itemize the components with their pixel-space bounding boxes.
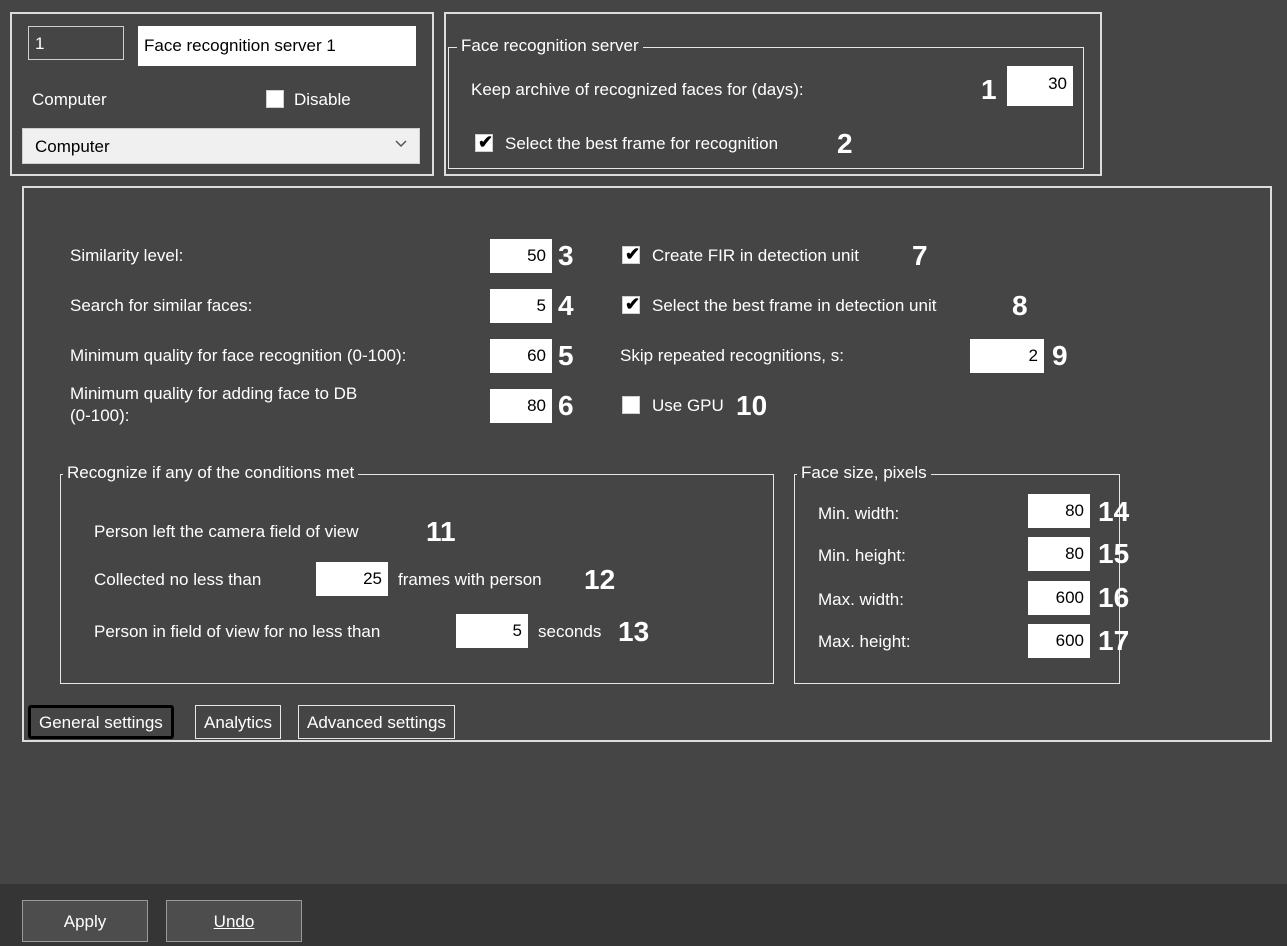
tab-general-settings[interactable]: General settings — [28, 705, 174, 739]
min-quality-db-label-line2: (0-100): — [70, 406, 130, 425]
marker-8: 8 — [1012, 290, 1028, 321]
collected-prefix: Collected no less than — [94, 570, 262, 589]
marker-12: 12 — [584, 564, 616, 595]
undo-button[interactable]: Undo — [166, 900, 302, 942]
marker-2: 2 — [837, 128, 853, 159]
computer-select-value: Computer — [35, 137, 110, 156]
in-fov-seconds-input[interactable]: 5 — [456, 614, 528, 648]
min-quality-db-label-line1: Minimum quality for adding face to DB — [70, 384, 358, 403]
computer-select[interactable]: Computer — [22, 128, 420, 164]
max-height-input[interactable]: 600 — [1028, 624, 1090, 658]
min-quality-recog-input[interactable]: 60 — [490, 339, 552, 373]
apply-button[interactable]: Apply — [22, 900, 148, 942]
min-height-label: Min. height: — [818, 546, 906, 565]
search-similar-input[interactable]: 5 — [490, 289, 552, 323]
marker-16: 16 — [1098, 582, 1130, 613]
max-width-label: Max. width: — [818, 590, 904, 609]
checkmark-icon: ✔ — [625, 294, 641, 314]
checkmark-icon: ✔ — [478, 132, 494, 152]
use-gpu-label: Use GPU — [652, 396, 724, 415]
skip-repeated-input[interactable]: 2 — [970, 339, 1044, 373]
min-width-input[interactable]: 80 — [1028, 494, 1090, 528]
create-fir-checkbox[interactable]: ✔ — [622, 244, 641, 264]
marker-14: 14 — [1098, 496, 1130, 527]
face-recognition-server-title: Face recognition server — [457, 36, 643, 56]
marker-4: 4 — [558, 290, 574, 321]
checkmark-icon: ✔ — [625, 244, 641, 264]
marker-6: 6 — [558, 390, 574, 421]
marker-13: 13 — [618, 616, 650, 647]
keep-archive-input[interactable]: 30 — [1007, 66, 1073, 106]
in-fov-prefix: Person in field of view for no less than — [94, 622, 381, 641]
marker-11: 11 — [426, 516, 456, 547]
collected-frames-input[interactable]: 25 — [316, 562, 388, 596]
server-id-field[interactable]: 1 — [28, 26, 124, 60]
in-fov-suffix: seconds — [538, 622, 602, 641]
disable-checkbox[interactable] — [266, 90, 284, 108]
keep-archive-label: Keep archive of recognized faces for (da… — [471, 80, 804, 99]
best-frame-detect-label: Select the best frame in detection unit — [652, 296, 937, 315]
similarity-input[interactable]: 50 — [490, 239, 552, 273]
server-object-panel: 1 Face recognition server 1 Computer Dis… — [10, 12, 434, 176]
marker-1: 1 — [981, 74, 997, 105]
server-name-field[interactable]: Face recognition server 1 — [138, 26, 416, 66]
min-quality-recog-label: Minimum quality for face recognition (0-… — [70, 346, 407, 365]
best-frame-checkbox[interactable]: ✔ — [475, 132, 494, 152]
collected-suffix: frames with person — [398, 570, 542, 589]
min-height-input[interactable]: 80 — [1028, 537, 1090, 571]
min-width-label: Min. width: — [818, 504, 900, 523]
marker-10: 10 — [736, 390, 768, 421]
face-recognition-server-panel: Face recognition server Keep archive of … — [444, 12, 1102, 176]
use-gpu-checkbox[interactable] — [622, 396, 640, 414]
face-size-title: Face size, pixels — [797, 463, 931, 483]
max-width-input[interactable]: 600 — [1028, 581, 1090, 615]
disable-label: Disable — [294, 90, 351, 109]
tab-analytics[interactable]: Analytics — [195, 705, 282, 739]
chevron-down-icon — [393, 135, 409, 151]
create-fir-label: Create FIR in detection unit — [652, 246, 859, 265]
marker-15: 15 — [1098, 538, 1130, 569]
left-fov-label: Person left the camera field of view — [94, 522, 359, 541]
tab-advanced-settings[interactable]: Advanced settings — [298, 705, 455, 739]
face-recognition-server-group: Face recognition server Keep archive of … — [448, 36, 1084, 169]
computer-label: Computer — [32, 90, 107, 109]
marker-17: 17 — [1098, 625, 1130, 656]
best-frame-detect-checkbox[interactable]: ✔ — [622, 294, 641, 314]
best-frame-label: Select the best frame for recognition — [505, 134, 779, 153]
marker-9: 9 — [1052, 340, 1068, 371]
similarity-label: Similarity level: — [70, 246, 184, 265]
marker-7: 7 — [912, 240, 928, 271]
min-quality-db-input[interactable]: 80 — [490, 389, 552, 423]
skip-repeated-label: Skip repeated recognitions, s: — [620, 346, 844, 365]
search-similar-label: Search for similar faces: — [70, 296, 253, 315]
marker-5: 5 — [558, 340, 574, 371]
marker-3: 3 — [558, 240, 574, 271]
conditions-title: Recognize if any of the conditions met — [63, 463, 359, 483]
max-height-label: Max. height: — [818, 632, 911, 651]
